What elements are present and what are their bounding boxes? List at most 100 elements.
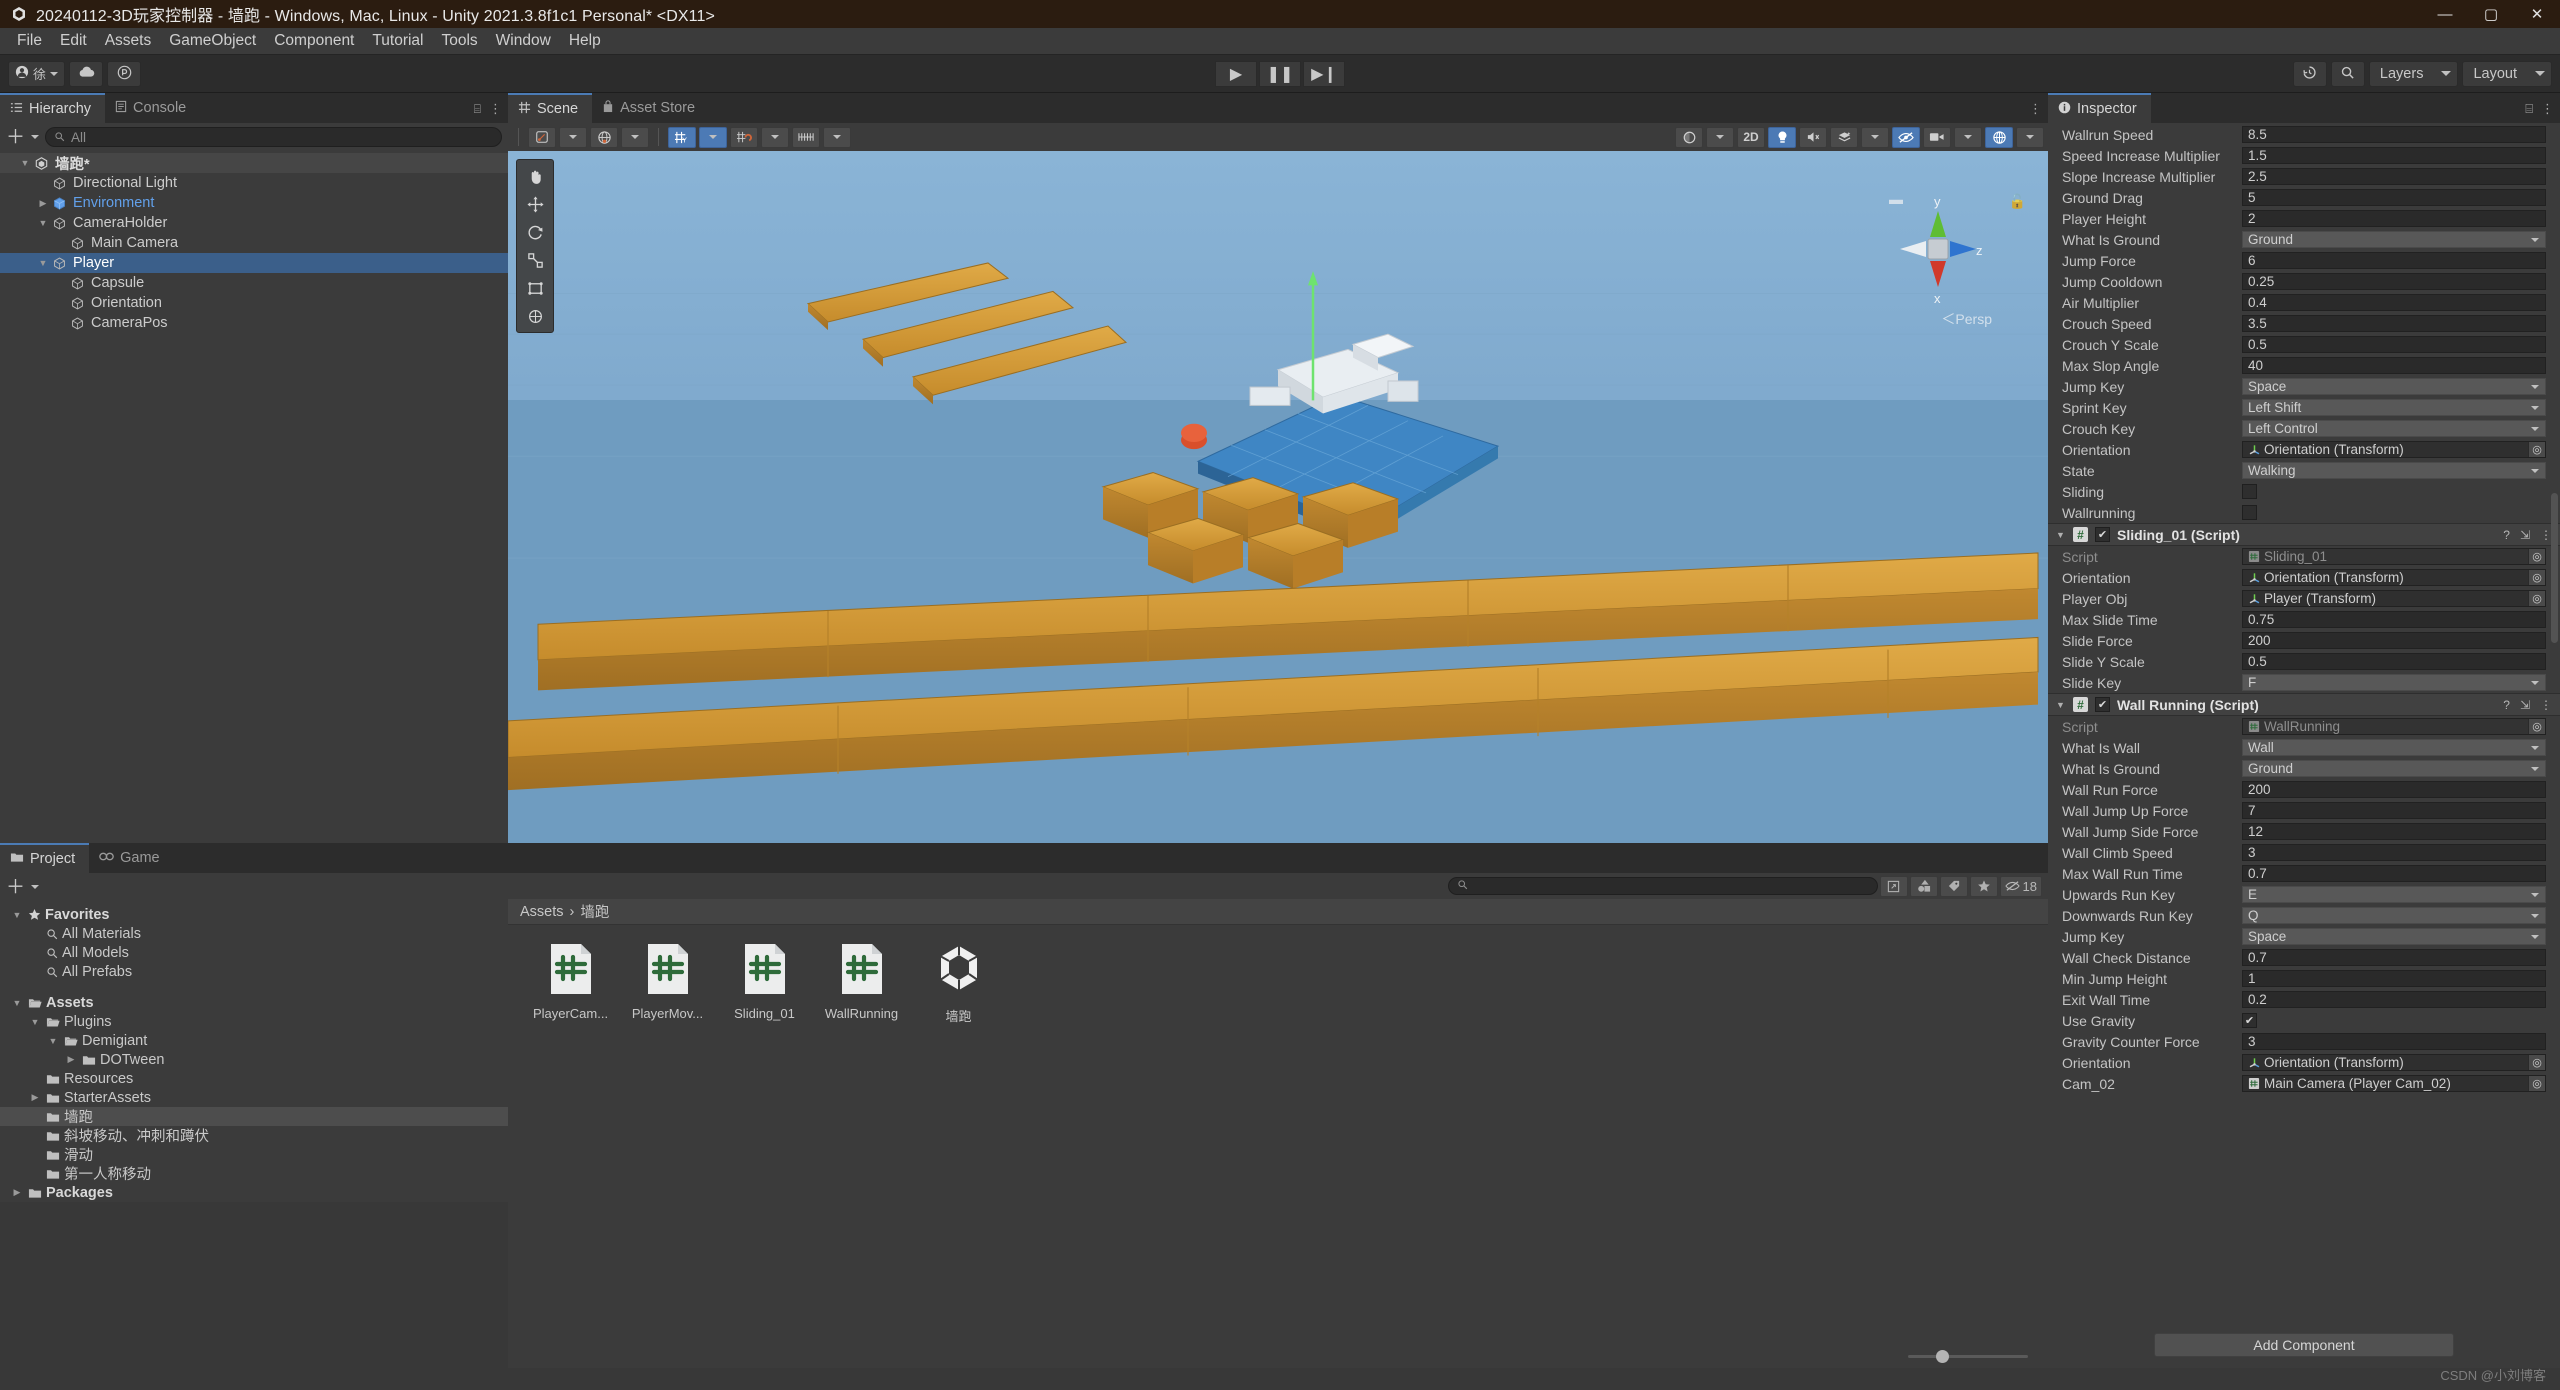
star-icon[interactable] [1969, 875, 1998, 897]
asset-item[interactable]: PlayerMov... [632, 943, 703, 1021]
tab-inspector[interactable]: Inspector [2048, 93, 2151, 123]
tab-project[interactable]: Project [0, 843, 90, 873]
object-reference-field[interactable]: Main Camera (Player Cam_02) ◎ [2242, 1075, 2546, 1092]
tab-asset-store[interactable]: Asset Store [592, 93, 710, 123]
number-field[interactable]: 2.5 [2242, 168, 2546, 185]
number-field[interactable]: 0.5 [2242, 336, 2546, 353]
object-reference-field[interactable]: Orientation (Transform) ◎ [2242, 1054, 2546, 1071]
checkbox[interactable] [2242, 484, 2257, 499]
number-field[interactable]: 0.25 [2242, 273, 2546, 290]
toggle-fx-button[interactable] [1830, 126, 1858, 148]
draw-space-dropdown[interactable] [621, 126, 649, 148]
object-picker-icon[interactable]: ◎ [2528, 1076, 2545, 1091]
dropdown-field[interactable]: Left Control [2242, 420, 2546, 437]
number-field[interactable]: 12 [2242, 823, 2546, 840]
magnet-snap-button[interactable] [730, 126, 758, 148]
toggle-lighting-button[interactable] [1768, 126, 1796, 148]
project-tree-item-[interactable]: 滑动 [0, 1145, 508, 1164]
move-tool-button[interactable] [517, 191, 553, 217]
number-field[interactable]: 3 [2242, 844, 2546, 861]
help-icon[interactable]: ? [2503, 698, 2510, 712]
object-picker-icon[interactable]: ◎ [2528, 1055, 2545, 1070]
dropdown-field[interactable]: Walking [2242, 462, 2546, 479]
chevron-down-icon[interactable] [31, 135, 40, 139]
maximize-button[interactable]: ▢ [2468, 0, 2514, 28]
shading-mode-dropdown[interactable] [559, 126, 587, 148]
dropdown-field[interactable]: Wall [2242, 739, 2546, 756]
disclosure-triangle-icon[interactable]: ▼ [2056, 700, 2066, 710]
preset-icon[interactable]: ⇲ [2520, 528, 2530, 542]
number-field[interactable]: 0.2 [2242, 991, 2546, 1008]
number-field[interactable]: 8.5 [2242, 126, 2546, 143]
scene-axis-gizmo[interactable]: y z x [1878, 189, 1998, 309]
checkbox[interactable] [2242, 505, 2257, 520]
tab-hierarchy[interactable]: Hierarchy [0, 93, 106, 123]
search-button[interactable] [2330, 60, 2365, 87]
project-tree-item-[interactable]: 第一人称移动 [0, 1164, 508, 1183]
project-tree-item-all-materials[interactable]: All Materials [0, 924, 508, 943]
hierarchy-item-orientation[interactable]: Orientation [0, 293, 508, 313]
number-field[interactable]: 5 [2242, 189, 2546, 206]
transform-tool-button[interactable] [517, 303, 553, 329]
dropdown-field[interactable]: Q [2242, 907, 2546, 924]
lock-open-icon[interactable]: ⌸ [2525, 101, 2533, 117]
preset-icon[interactable]: ⇲ [2520, 698, 2530, 712]
hierarchy-item-[interactable]: ▼ 墙跑* [0, 153, 508, 173]
disclosure-triangle-icon[interactable]: ▼ [18, 158, 32, 168]
number-field[interactable]: 200 [2242, 781, 2546, 798]
fx-dropdown[interactable] [1861, 126, 1889, 148]
disclosure-triangle-icon[interactable]: ▶ [64, 1054, 78, 1065]
inspector-scrollbar[interactable] [2551, 493, 2558, 643]
checkbox[interactable]: ✔ [2242, 1013, 2257, 1028]
hierarchy-tree[interactable]: ▼ 墙跑* Directional Light ▶ Environment ▼ Camera… [0, 151, 508, 843]
number-field[interactable]: 0.4 [2242, 294, 2546, 311]
scene-camera-button[interactable] [1923, 126, 1951, 148]
kebab-menu-icon[interactable]: ⋮ [489, 101, 502, 117]
component-header-sliding-01-script[interactable]: ▼ # ✔ Sliding_01 (Script)? ⇲ ⋮ [2048, 523, 2560, 546]
object-picker-icon[interactable]: ◎ [2528, 442, 2545, 457]
menu-component[interactable]: Component [265, 30, 363, 52]
disclosure-triangle-icon[interactable]: ▼ [46, 1036, 60, 1046]
object-picker-icon[interactable]: ◎ [2528, 549, 2545, 564]
disclosure-triangle-icon[interactable]: ▼ [10, 998, 24, 1008]
disclosure-triangle-icon[interactable]: ▼ [36, 258, 50, 268]
hierarchy-item-capsule[interactable]: Capsule [0, 273, 508, 293]
panel-lock-icon[interactable]: ⌸ [474, 102, 481, 117]
menu-tutorial[interactable]: Tutorial [363, 30, 432, 52]
menu-file[interactable]: File [8, 30, 51, 52]
minimize-button[interactable]: — [2422, 0, 2468, 28]
dropdown-field[interactable]: F [2242, 674, 2546, 691]
menu-window[interactable]: Window [487, 30, 560, 52]
kebab-menu-icon[interactable]: ⋮ [2029, 101, 2042, 117]
breadcrumb-current[interactable]: 墙跑 [580, 901, 609, 922]
number-field[interactable]: 200 [2242, 632, 2546, 649]
object-picker-icon[interactable]: ◎ [2528, 591, 2545, 606]
toggle-audio-button[interactable] [1799, 126, 1827, 148]
collab-button[interactable] [107, 60, 142, 87]
menu-tools[interactable]: Tools [432, 30, 486, 52]
number-field[interactable]: 7 [2242, 802, 2546, 819]
inspector-content[interactable]: Wallrun Speed 8.5 Speed Increase Multiplie… [2048, 123, 2560, 1322]
tab-console[interactable]: Console [105, 93, 201, 123]
menu-gameobject[interactable]: GameObject [160, 30, 265, 52]
number-field[interactable]: 6 [2242, 252, 2546, 269]
object-reference-field[interactable]: Sliding_01 ◎ [2242, 548, 2546, 565]
hierarchy-item-main-camera[interactable]: Main Camera [0, 233, 508, 253]
pause-button[interactable]: ❚❚ [1259, 60, 1301, 87]
project-tree-item-plugins[interactable]: ▼ Plugins [0, 1012, 508, 1031]
help-icon[interactable]: ? [2503, 528, 2510, 542]
dropdown-field[interactable]: Space [2242, 378, 2546, 395]
magnet-snap-dropdown[interactable] [761, 126, 789, 148]
create-asset-button[interactable]: ＋ [6, 878, 25, 897]
object-reference-field[interactable]: WallRunning ◎ [2242, 718, 2546, 735]
hierarchy-item-directional-light[interactable]: Directional Light [0, 173, 508, 193]
number-field[interactable]: 2 [2242, 210, 2546, 227]
asset-item[interactable]: PlayerCam... [533, 943, 608, 1021]
toggle-2d-button[interactable]: 2D [1737, 126, 1765, 148]
project-tree-item-favorites[interactable]: ▼ Favorites [0, 905, 508, 924]
grid-snap-dropdown[interactable] [699, 126, 727, 148]
hierarchy-item-environment[interactable]: ▶ Environment [0, 193, 508, 213]
toggle-hidden-objects-button[interactable] [1892, 126, 1920, 148]
number-field[interactable]: 0.7 [2242, 865, 2546, 882]
scale-tool-button[interactable] [517, 247, 553, 273]
